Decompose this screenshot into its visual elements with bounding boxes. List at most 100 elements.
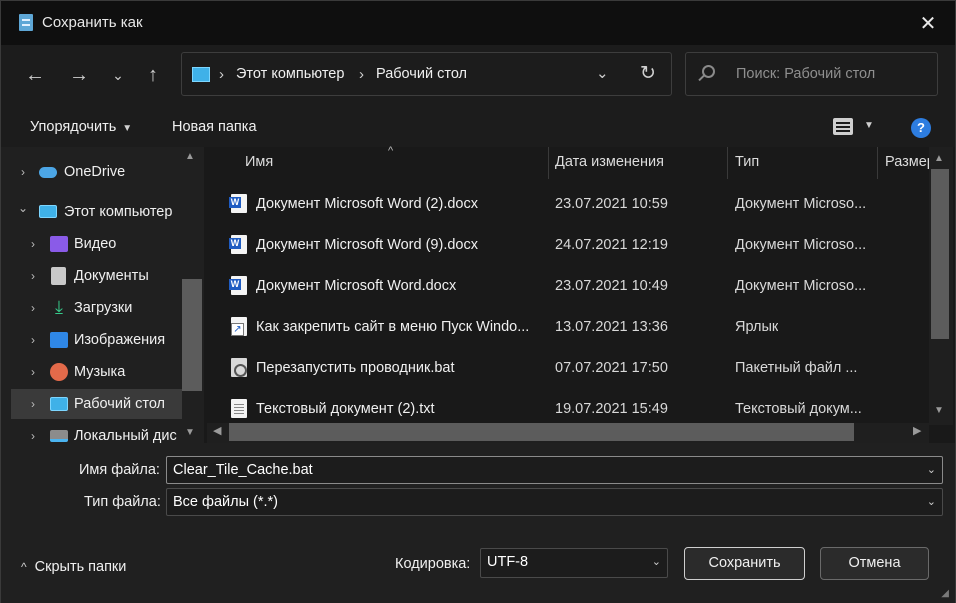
filetype-value: Все файлы (*.*) <box>173 494 278 510</box>
sidebar-item-label: Музыка <box>74 364 126 380</box>
column-header-type[interactable]: Тип <box>735 147 759 179</box>
shortcut-icon <box>231 317 247 336</box>
cancel-button[interactable]: Отмена <box>820 547 929 580</box>
file-type: Документ Microso... <box>735 278 867 294</box>
chevron-right-icon[interactable]: › <box>31 301 35 315</box>
arrow-right-icon[interactable]: → <box>65 61 93 89</box>
caret-down-icon[interactable]: ▼ <box>864 120 874 131</box>
column-divider[interactable] <box>548 147 549 179</box>
sidebar-item-music[interactable]: › Музыка <box>1 357 182 387</box>
arrow-left-icon[interactable]: ← <box>21 61 49 89</box>
column-header-size[interactable]: Размер <box>885 147 929 179</box>
search-icon <box>702 65 715 78</box>
sidebar-item-label: OneDrive <box>64 164 126 180</box>
chevron-right-icon[interactable]: › <box>21 165 25 179</box>
chevron-right-icon[interactable]: › <box>31 365 35 379</box>
scroll-up-icon[interactable]: ▲ <box>934 153 944 164</box>
file-date: 13.07.2021 13:36 <box>555 319 668 335</box>
breadcrumb-this-pc[interactable]: Этот компьютер <box>236 66 344 82</box>
onedrive-cloud-icon <box>39 167 57 178</box>
resize-grip-icon[interactable]: ◢ <box>941 588 949 599</box>
search-input[interactable] <box>736 66 926 82</box>
chevron-down-icon[interactable]: ⌄ <box>927 495 936 508</box>
column-header-date[interactable]: Дата изменения <box>555 147 664 179</box>
column-header-name[interactable]: Имя <box>245 147 273 179</box>
word-document-icon <box>229 194 247 213</box>
hide-folders-button[interactable]: ^ Скрыть папки <box>21 559 126 575</box>
sort-ascending-icon: ^ <box>388 145 394 157</box>
filetype-label: Тип файла: <box>84 494 161 510</box>
navigation-pane: › OneDrive ⌄ Этот компьютер › Видео › До… <box>1 147 204 443</box>
save-button[interactable]: Сохранить <box>684 547 805 580</box>
organize-button[interactable]: Упорядочить ▼ <box>30 119 132 135</box>
table-row[interactable]: Документ Microsoft Word.docx 23.07.2021 … <box>207 266 929 307</box>
chevron-down-icon[interactable]: ⌄ <box>652 555 661 568</box>
sidebar-item-documents[interactable]: › Документы <box>1 261 182 291</box>
chevron-right-icon[interactable]: › <box>31 429 35 443</box>
file-name: Перезапустить проводник.bat <box>256 360 455 376</box>
sidebar-item-local-disk[interactable]: › Локальный дис <box>1 421 182 443</box>
breadcrumb-separator-icon: › <box>359 66 364 83</box>
table-row[interactable]: Перезапустить проводник.bat 07.07.2021 1… <box>207 348 929 389</box>
local-disk-icon <box>50 430 68 442</box>
sidebar-item-pictures[interactable]: › Изображения <box>1 325 182 355</box>
chevron-right-icon[interactable]: › <box>31 237 35 251</box>
desktop-folder-icon <box>50 397 68 411</box>
file-date: 24.07.2021 12:19 <box>555 237 668 253</box>
music-folder-icon <box>50 363 68 381</box>
search-box[interactable] <box>685 52 938 96</box>
file-date: 23.07.2021 10:59 <box>555 196 668 212</box>
encoding-select[interactable]: UTF-8 ⌄ <box>480 548 668 578</box>
scroll-down-icon[interactable]: ▼ <box>185 427 195 438</box>
navigation-bar: ← → ⌄ ↑ › Этот компьютер › Рабочий стол … <box>1 45 955 103</box>
column-divider[interactable] <box>877 147 878 179</box>
sidebar-item-downloads[interactable]: › ⤓ Загрузки <box>1 293 182 323</box>
chevron-right-icon[interactable]: › <box>31 333 35 347</box>
sidebar-item-label: Загрузки <box>74 300 133 316</box>
close-button[interactable]: ✕ <box>911 7 945 39</box>
refresh-icon[interactable]: ↻ <box>640 62 656 85</box>
help-icon[interactable]: ? <box>911 118 931 138</box>
sidebar-item-label: Видео <box>74 236 117 252</box>
sidebar-scrollbar-thumb[interactable] <box>182 279 202 391</box>
address-bar[interactable]: › Этот компьютер › Рабочий стол ⌄ ↻ <box>181 52 672 96</box>
chevron-right-icon[interactable]: › <box>31 397 35 411</box>
chevron-right-icon[interactable]: › <box>31 269 35 283</box>
table-row[interactable]: Как закрепить сайт в меню Пуск Windo... … <box>207 307 929 348</box>
sidebar-item-videos[interactable]: › Видео <box>1 229 182 259</box>
file-type: Текстовый докум... <box>735 401 862 417</box>
chevron-down-icon[interactable]: ⌄ <box>596 64 609 82</box>
scroll-up-icon[interactable]: ▲ <box>185 151 195 162</box>
pictures-folder-icon <box>50 332 68 348</box>
view-options-icon[interactable] <box>833 118 853 135</box>
scroll-right-icon[interactable]: ▶ <box>913 424 921 437</box>
scroll-down-icon[interactable]: ▼ <box>934 405 944 416</box>
file-name: Документ Microsoft Word (2).docx <box>256 196 478 212</box>
table-row[interactable]: Документ Microsoft Word (2).docx 23.07.2… <box>207 184 929 225</box>
chevron-down-icon[interactable]: ⌄ <box>18 201 28 215</box>
sidebar-item-label: Рабочий стол <box>74 396 166 412</box>
sidebar-item-onedrive[interactable]: › OneDrive <box>1 157 182 187</box>
command-bar: Упорядочить ▼ Новая папка ▼ ? <box>1 103 955 147</box>
sidebar-item-label: Этот компьютер <box>64 204 173 220</box>
sidebar-item-desktop[interactable]: › Рабочий стол <box>11 389 182 419</box>
filename-label: Имя файла: <box>79 462 160 478</box>
filename-field[interactable]: ⌄ <box>166 456 943 484</box>
desktop-location-icon <box>192 67 210 82</box>
title-bar: Сохранить как ✕ <box>1 1 955 45</box>
breadcrumb-desktop[interactable]: Рабочий стол <box>376 66 467 82</box>
arrow-up-icon[interactable]: ↑ <box>139 61 167 89</box>
vertical-scrollbar-thumb[interactable] <box>931 169 949 339</box>
table-row[interactable]: Документ Microsoft Word (9).docx 24.07.2… <box>207 225 929 266</box>
filename-input[interactable] <box>173 462 871 478</box>
file-date: 07.07.2021 17:50 <box>555 360 668 376</box>
chevron-down-icon[interactable]: ⌄ <box>104 61 132 89</box>
scroll-left-icon[interactable]: ◀ <box>213 424 221 437</box>
new-folder-button[interactable]: Новая папка <box>172 119 257 135</box>
chevron-down-icon[interactable]: ⌄ <box>927 463 936 476</box>
column-divider[interactable] <box>727 147 728 179</box>
horizontal-scrollbar-thumb[interactable] <box>229 423 854 441</box>
sidebar-item-this-pc[interactable]: ⌄ Этот компьютер <box>1 197 182 227</box>
filetype-select[interactable]: Все файлы (*.*) ⌄ <box>166 488 943 516</box>
file-date: 19.07.2021 15:49 <box>555 401 668 417</box>
